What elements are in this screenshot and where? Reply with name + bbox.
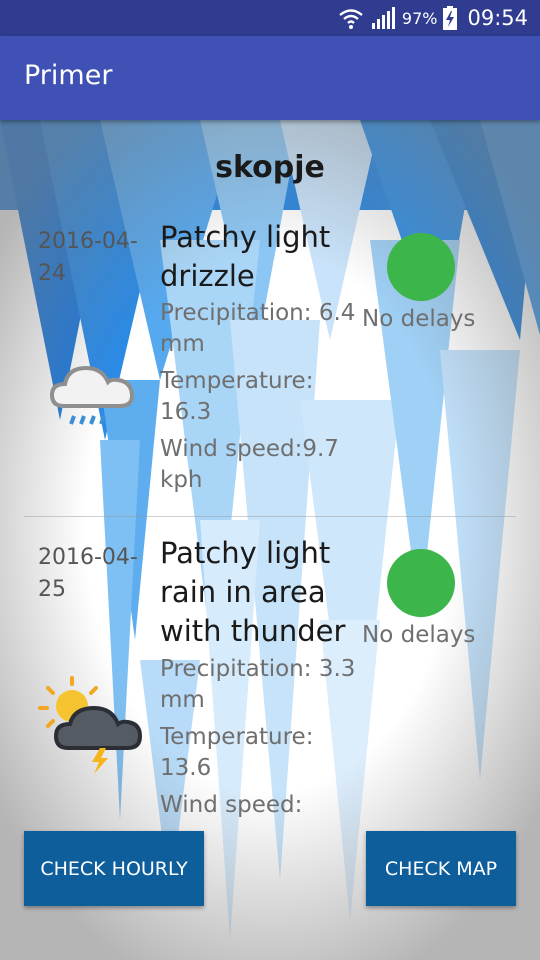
wind-speed-text: Wind speed: xyxy=(160,792,303,818)
clock: 09:54 xyxy=(467,6,528,30)
signal-icon xyxy=(371,7,395,29)
status-text: No delays xyxy=(362,306,476,332)
status-icons: 97% 09:54 xyxy=(338,0,528,36)
forecast-condition: Patchy light drizzle xyxy=(160,220,331,293)
status-bar: 97% 09:54 xyxy=(0,0,540,36)
forecast-date: 2016-04-25 xyxy=(38,545,138,602)
cloud-drizzle-icon xyxy=(49,365,135,425)
precipitation-text: Precipitation: 3.3 mm xyxy=(160,656,356,713)
forecast-date: 2016-04-24 xyxy=(38,229,138,286)
battery-percentage: 97% xyxy=(401,8,438,28)
app-bar: Primer xyxy=(0,36,540,120)
sun-cloud-thunder-icon xyxy=(38,676,142,774)
forecast-condition: Patchy light rain in area with thunder xyxy=(160,536,346,648)
check-map-button[interactable]: CHECK MAP xyxy=(366,831,516,906)
temperature-text: Temperature: 13.6 xyxy=(160,724,314,781)
battery-charging-icon xyxy=(443,6,458,30)
city-name: skopje xyxy=(215,150,325,185)
forecast-item[interactable]: 2016-04-24 Patchy light drizzle Precipit… xyxy=(24,218,516,517)
forecast-item[interactable]: 2016-04-25 Patchy light rain in area wit… xyxy=(24,534,516,834)
app-title: Primer xyxy=(24,60,113,91)
check-hourly-button[interactable]: CHECK HOURLY xyxy=(24,831,204,906)
precipitation-text: Precipitation: 6.4 mm xyxy=(160,300,356,357)
status-indicator-dot xyxy=(387,549,455,617)
forecast-content[interactable]: skopje 2016-04-24 Patchy light drizzle P… xyxy=(0,120,540,960)
wind-speed-text: Wind speed:9.7 kph xyxy=(160,436,339,493)
temperature-text: Temperature: 16.3 xyxy=(160,368,314,425)
status-text: No delays xyxy=(362,622,476,648)
wifi-icon xyxy=(339,9,363,29)
status-indicator-dot xyxy=(387,233,455,301)
